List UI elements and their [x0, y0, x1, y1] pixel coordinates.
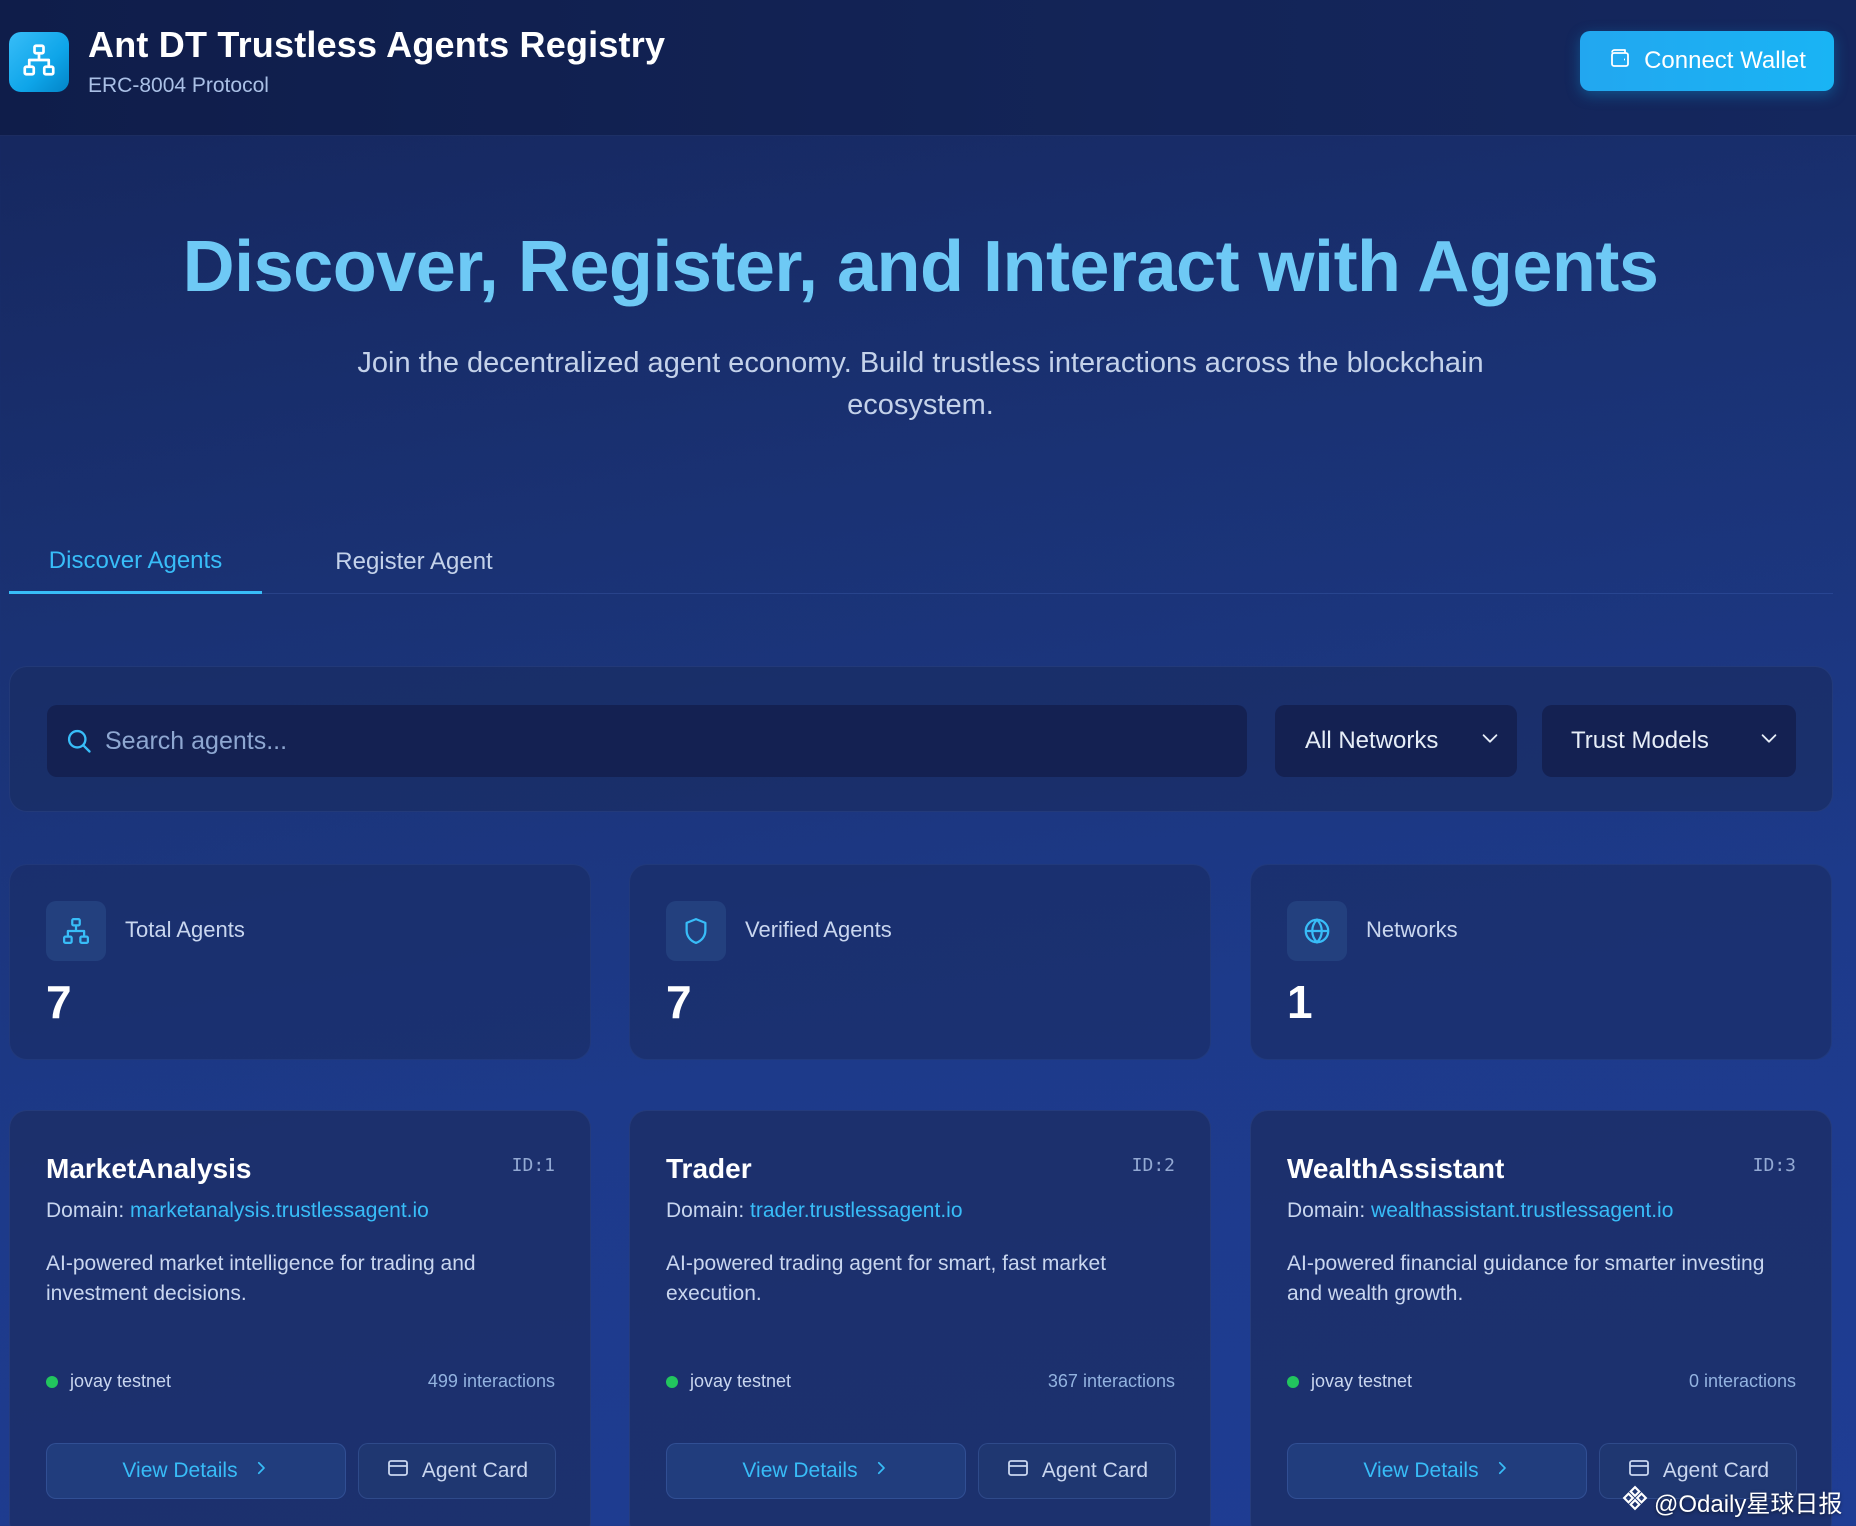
- search-box[interactable]: [47, 705, 1247, 777]
- stat-total-agents: Total Agents 7: [9, 864, 591, 1060]
- trust-model-select[interactable]: Trust Models: [1542, 705, 1796, 777]
- hero-title: Discover, Register, and Interact with Ag…: [182, 227, 1659, 307]
- interaction-count: 499 interactions: [427, 1371, 555, 1391]
- id-card-icon: [1006, 1456, 1030, 1486]
- domain-label: Domain:: [666, 1199, 745, 1222]
- chevron-right-icon: [252, 1459, 270, 1483]
- network-select[interactable]: All Networks: [1275, 705, 1517, 777]
- network-hierarchy-icon: [46, 901, 106, 961]
- trust-select-value: Trust Models: [1571, 727, 1709, 754]
- agent-card-button[interactable]: Agent Card: [978, 1443, 1176, 1499]
- agent-domain: Domain: trader.trustlessagent.io: [666, 1199, 963, 1223]
- wallet-icon: [1608, 46, 1632, 77]
- network-hierarchy-icon: [21, 42, 57, 83]
- stat-label: Total Agents: [125, 917, 245, 942]
- domain-link[interactable]: marketanalysis.trustlessagent.io: [130, 1199, 429, 1222]
- view-details-button[interactable]: View Details: [1287, 1443, 1587, 1499]
- view-details-button[interactable]: View Details: [46, 1443, 346, 1499]
- agent-id: ID:3: [1752, 1155, 1796, 1176]
- agent-network: jovay testnet: [46, 1371, 171, 1392]
- agent-name: WealthAssistant: [1287, 1153, 1505, 1184]
- domain-label: Domain:: [1287, 1199, 1366, 1222]
- stat-value: 7: [666, 976, 692, 1028]
- search-input[interactable]: [105, 705, 1247, 777]
- status-dot: [46, 1375, 58, 1388]
- network-name: jovay testnet: [690, 1371, 792, 1391]
- hero-subtitle: Join the decentralized agent economy. Bu…: [357, 347, 1484, 421]
- diamond-logo-icon: [1622, 1485, 1648, 1518]
- search-icon: [65, 727, 93, 755]
- agent-network: jovay testnet: [666, 1371, 791, 1392]
- agent-name: Trader: [666, 1153, 752, 1184]
- stat-label: Verified Agents: [745, 917, 892, 942]
- agent-description: AI-powered trading agent for smart, fast…: [666, 1252, 1107, 1305]
- connect-wallet-label: Connect Wallet: [1644, 47, 1806, 74]
- domain-label: Domain:: [46, 1199, 125, 1222]
- tab-register-agent[interactable]: Register Agent: [299, 530, 529, 594]
- app-logo[interactable]: [9, 32, 69, 92]
- connect-wallet-button[interactable]: Connect Wallet: [1580, 31, 1834, 91]
- stat-verified-agents: Verified Agents 7: [629, 864, 1211, 1060]
- stat-networks: Networks 1: [1250, 864, 1832, 1060]
- view-details-button[interactable]: View Details: [666, 1443, 966, 1499]
- shield-icon: [666, 901, 726, 961]
- status-dot: [666, 1375, 678, 1388]
- tab-discover-agents[interactable]: Discover Agents: [9, 530, 262, 594]
- agent-card-label: Agent Card: [421, 1459, 529, 1482]
- filter-panel: All Networks Trust Models: [9, 666, 1833, 812]
- view-details-label: View Details: [1363, 1459, 1479, 1482]
- agent-domain: Domain: marketanalysis.trustlessagent.io: [46, 1199, 429, 1223]
- chevron-down-icon: [1758, 727, 1780, 756]
- stat-label: Networks: [1366, 917, 1458, 942]
- agent-description: AI-powered market intelligence for tradi…: [46, 1252, 476, 1305]
- agent-card-label: Agent Card: [1662, 1459, 1770, 1482]
- agent-name: MarketAnalysis: [46, 1153, 252, 1184]
- stat-value: 7: [46, 976, 72, 1028]
- chevron-down-icon: [1479, 727, 1501, 756]
- domain-link[interactable]: wealthassistant.trustlessagent.io: [1371, 1199, 1673, 1222]
- top-header: Ant DT Trustless Agents Registry ERC-800…: [0, 0, 1856, 136]
- network-name: jovay testnet: [70, 1371, 172, 1391]
- id-card-icon: [1627, 1456, 1651, 1486]
- agent-id: ID:1: [511, 1155, 555, 1176]
- app-subtitle: ERC-8004 Protocol: [88, 74, 269, 97]
- network-select-value: All Networks: [1305, 727, 1439, 754]
- agent-domain: Domain: wealthassistant.trustlessagent.i…: [1287, 1199, 1673, 1223]
- agent-card[interactable]: WealthAssistant ID:3 Domain: wealthassis…: [1250, 1110, 1832, 1526]
- view-details-label: View Details: [122, 1459, 238, 1482]
- app-title: Ant DT Trustless Agents Registry: [88, 24, 666, 65]
- interaction-count: 0 interactions: [1688, 1371, 1796, 1391]
- status-dot: [1287, 1375, 1299, 1388]
- chevron-right-icon: [872, 1459, 890, 1483]
- stat-value: 1: [1287, 976, 1313, 1028]
- interaction-count: 367 interactions: [1047, 1371, 1175, 1391]
- id-card-icon: [386, 1456, 410, 1486]
- agent-network: jovay testnet: [1287, 1371, 1412, 1392]
- agent-card[interactable]: Trader ID:2 Domain: trader.trustlessagen…: [629, 1110, 1211, 1526]
- network-name: jovay testnet: [1311, 1371, 1413, 1391]
- globe-icon: [1287, 901, 1347, 961]
- view-details-label: View Details: [742, 1459, 858, 1482]
- watermark: @Odaily星球日报: [1622, 1484, 1842, 1519]
- watermark-text: @Odaily星球日报: [1654, 1491, 1843, 1518]
- agent-card-label: Agent Card: [1041, 1459, 1149, 1482]
- agent-card-button[interactable]: Agent Card: [358, 1443, 556, 1499]
- chevron-right-icon: [1493, 1459, 1511, 1483]
- domain-link[interactable]: trader.trustlessagent.io: [750, 1199, 962, 1222]
- agent-card[interactable]: MarketAnalysis ID:1 Domain: marketanalys…: [9, 1110, 591, 1526]
- tab-bar: Discover Agents Register Agent: [9, 530, 1833, 594]
- agent-description: AI-powered financial guidance for smarte…: [1287, 1252, 1765, 1305]
- agent-id: ID:2: [1131, 1155, 1175, 1176]
